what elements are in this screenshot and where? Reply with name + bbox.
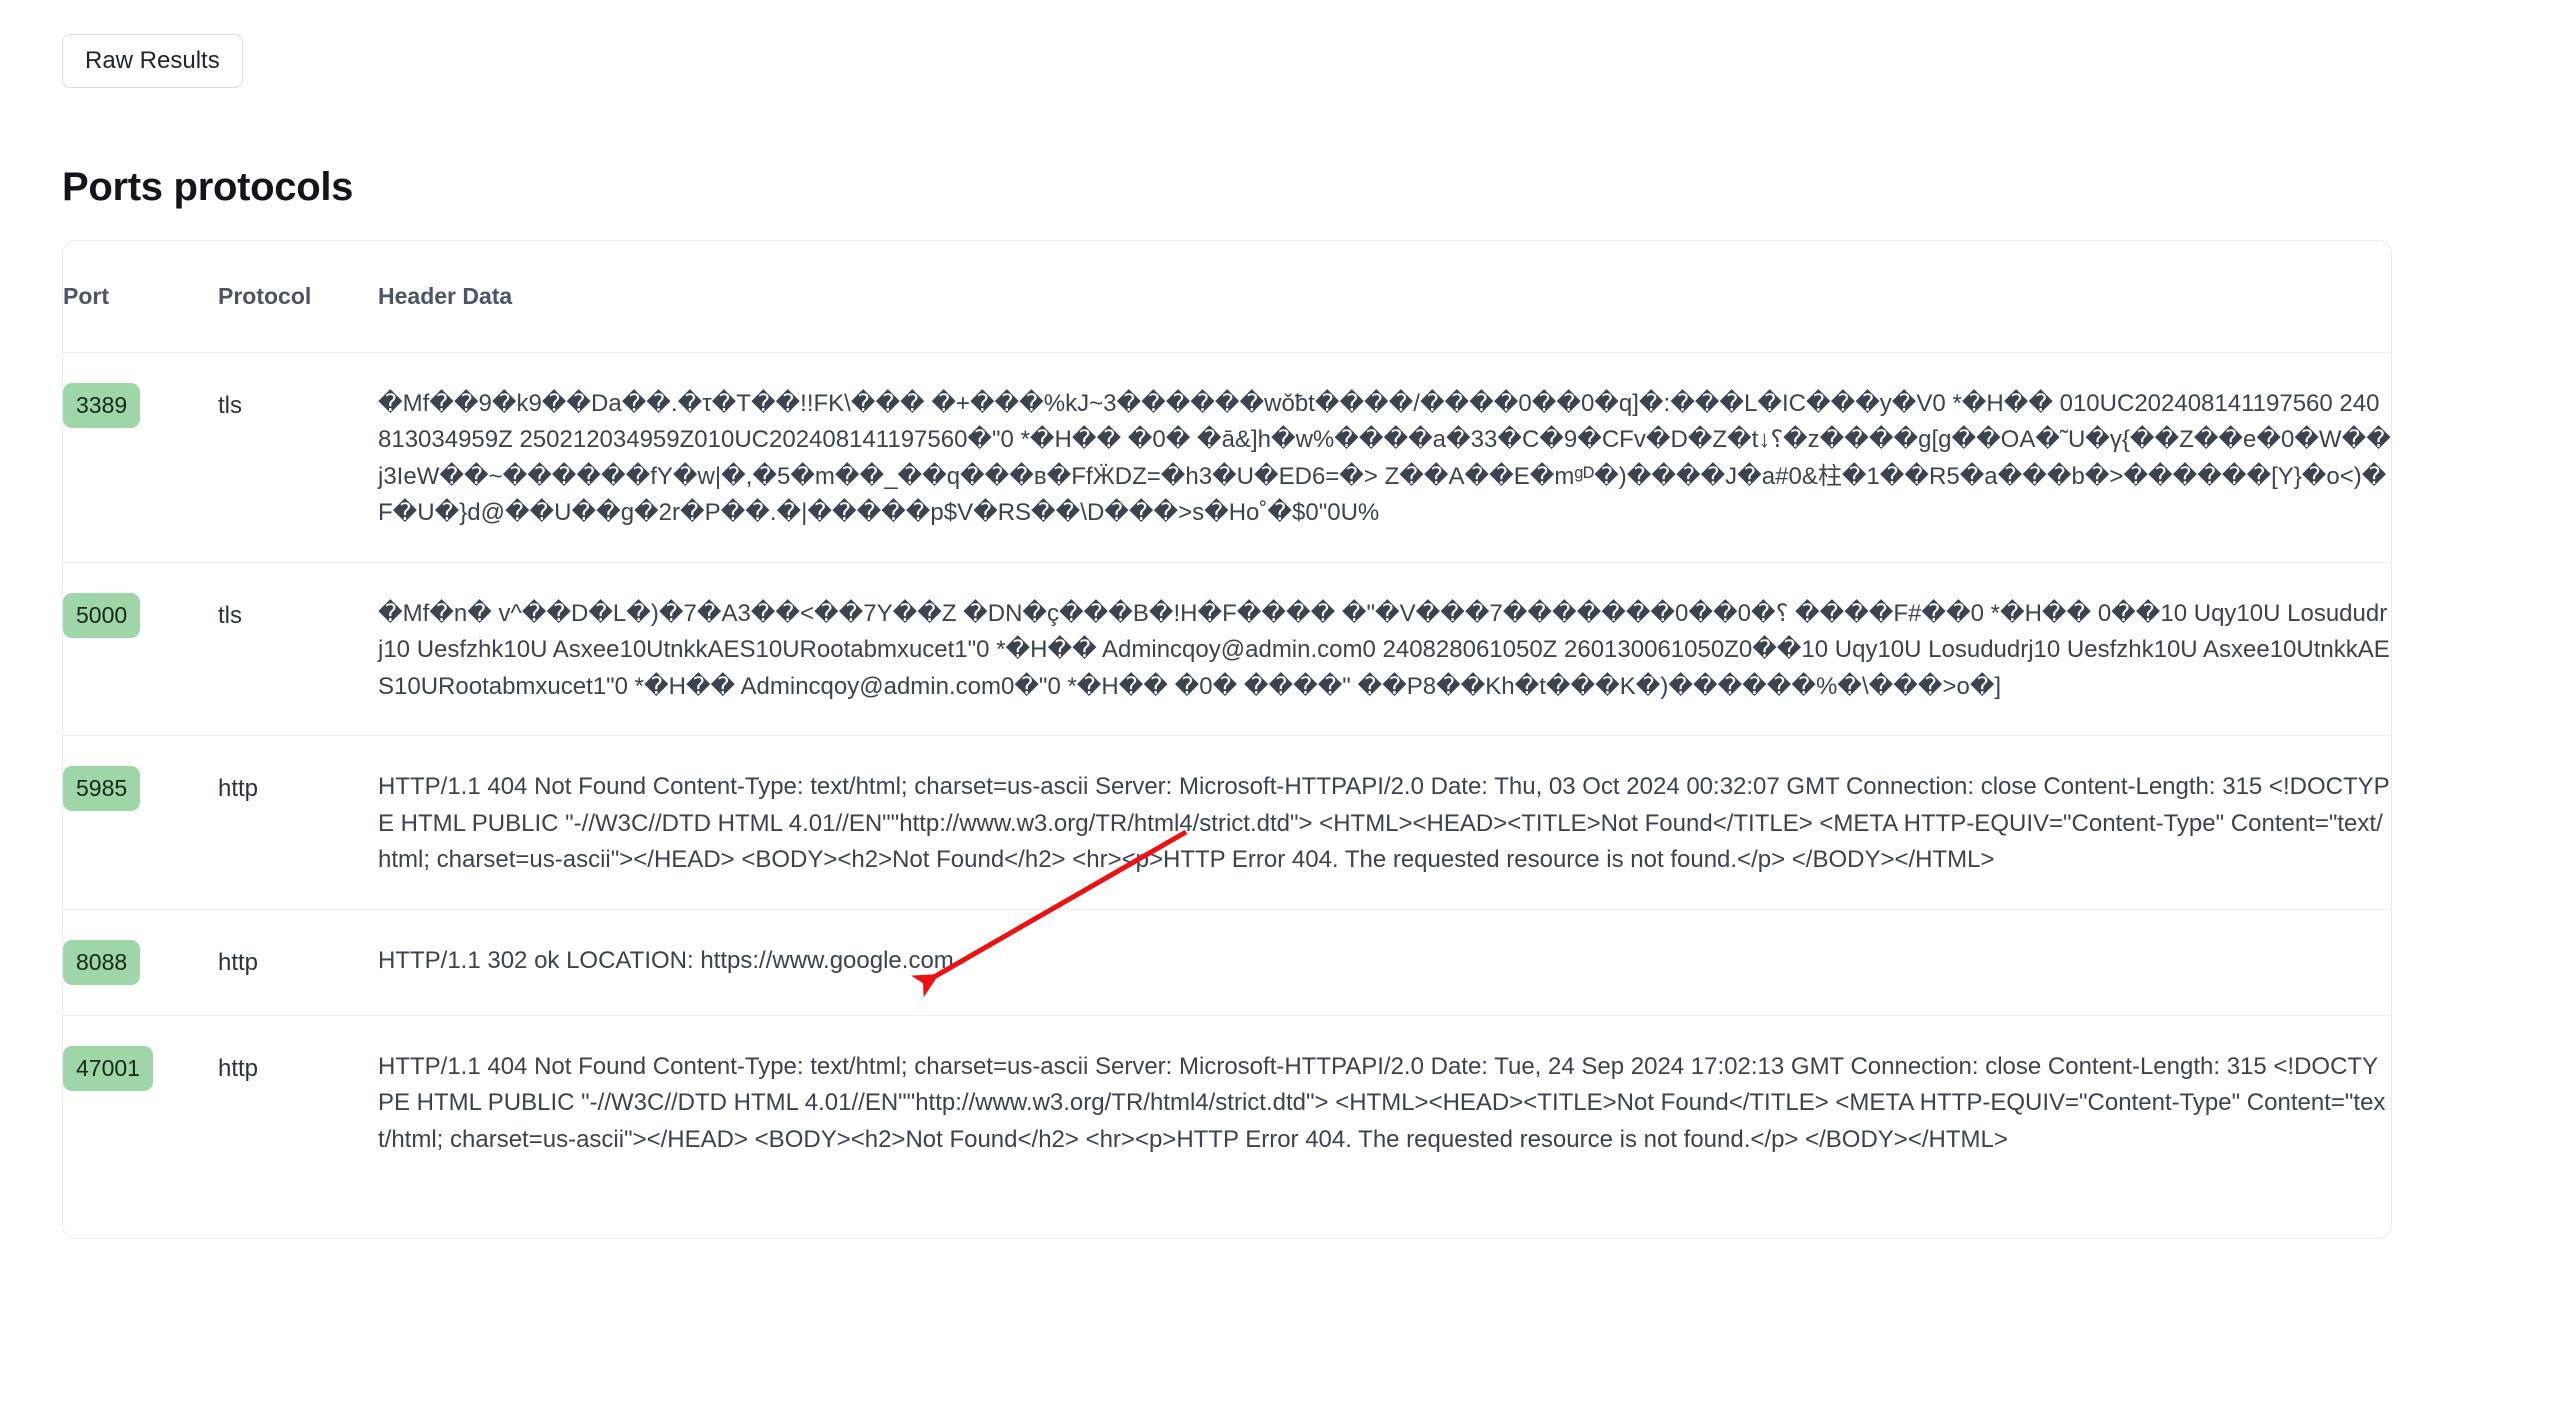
cell-protocol: tls: [218, 562, 378, 737]
port-badge: 47001: [63, 1045, 153, 1091]
cell-port: 47001: [63, 1015, 218, 1239]
cell-port: 5000: [63, 562, 218, 737]
column-header-protocol[interactable]: Protocol: [218, 241, 378, 353]
header-data-text: HTTP/1.1 404 Not Found Content-Type: tex…: [378, 1052, 2386, 1153]
page-title: Ports protocols: [62, 165, 354, 209]
ports-protocols-card: Port Protocol Header Data 3389 tls �Mf��…: [62, 240, 2392, 1240]
port-badge: 5985: [63, 766, 141, 812]
column-header-port[interactable]: Port: [63, 241, 218, 353]
cell-port: 8088: [63, 909, 218, 1016]
table-row[interactable]: 8088 http HTTP/1.1 302 ok LOCATION: http…: [63, 909, 2391, 1016]
header-data-text: HTTP/1.1 404 Not Found Content-Type: tex…: [378, 773, 2390, 874]
table-head: Port Protocol Header Data: [63, 241, 2391, 353]
table-row[interactable]: 5985 http HTTP/1.1 404 Not Found Content…: [63, 735, 2391, 910]
table-body: 3389 tls �Mf��9�k9��Da��.�τ�T��!!FK\��� …: [63, 352, 2391, 1239]
cell-protocol: http: [218, 735, 378, 910]
protocol-label: http: [218, 1054, 259, 1082]
cell-protocol: http: [218, 909, 378, 1016]
cell-header-data: HTTP/1.1 404 Not Found Content-Type: tex…: [378, 1015, 2391, 1239]
ports-protocols-table: Port Protocol Header Data 3389 tls �Mf��…: [63, 241, 2391, 1239]
raw-results-button[interactable]: Raw Results: [62, 34, 243, 88]
cell-header-data: HTTP/1.1 404 Not Found Content-Type: tex…: [378, 735, 2391, 910]
header-data-text: �Mf��9�k9��Da��.�τ�T��!!FK\��� �+���%kJ~…: [378, 390, 2391, 527]
table-header-row: Port Protocol Header Data: [63, 241, 2391, 353]
table-row[interactable]: 47001 http HTTP/1.1 404 Not Found Conten…: [63, 1015, 2391, 1239]
port-badge: 3389: [63, 383, 141, 428]
cell-header-data: �Mf�n� v^��D�L�)�7�A3��<��7Y��Z �DN�ç���…: [378, 562, 2391, 737]
port-badge: 8088: [63, 939, 141, 985]
cell-port: 3389: [63, 352, 218, 563]
cell-protocol: http: [218, 1015, 378, 1239]
protocol-label: http: [218, 948, 259, 976]
cell-header-data: �Mf��9�k9��Da��.�τ�T��!!FK\��� �+���%kJ~…: [378, 352, 2391, 563]
table-row[interactable]: 3389 tls �Mf��9�k9��Da��.�τ�T��!!FK\��� …: [63, 352, 2391, 563]
ports-protocols-page: Raw Results Ports protocols Port Protoco…: [0, 0, 2560, 1424]
header-data-text: HTTP/1.1 302 ok LOCATION: https://www.go…: [378, 946, 954, 974]
protocol-label: tls: [218, 392, 242, 419]
cell-header-data: HTTP/1.1 302 ok LOCATION: https://www.go…: [378, 909, 2391, 1016]
header-data-text: �Mf�n� v^��D�L�)�7�A3��<��7Y��Z �DN�ç���…: [378, 599, 2390, 700]
table-row[interactable]: 5000 tls �Mf�n� v^��D�L�)�7�A3��<��7Y��Z…: [63, 562, 2391, 737]
port-badge: 5000: [63, 592, 141, 638]
cell-protocol: tls: [218, 352, 378, 563]
cell-port: 5985: [63, 735, 218, 910]
column-header-header-data[interactable]: Header Data: [378, 241, 2391, 353]
protocol-label: http: [218, 775, 259, 803]
protocol-label: tls: [218, 601, 242, 629]
